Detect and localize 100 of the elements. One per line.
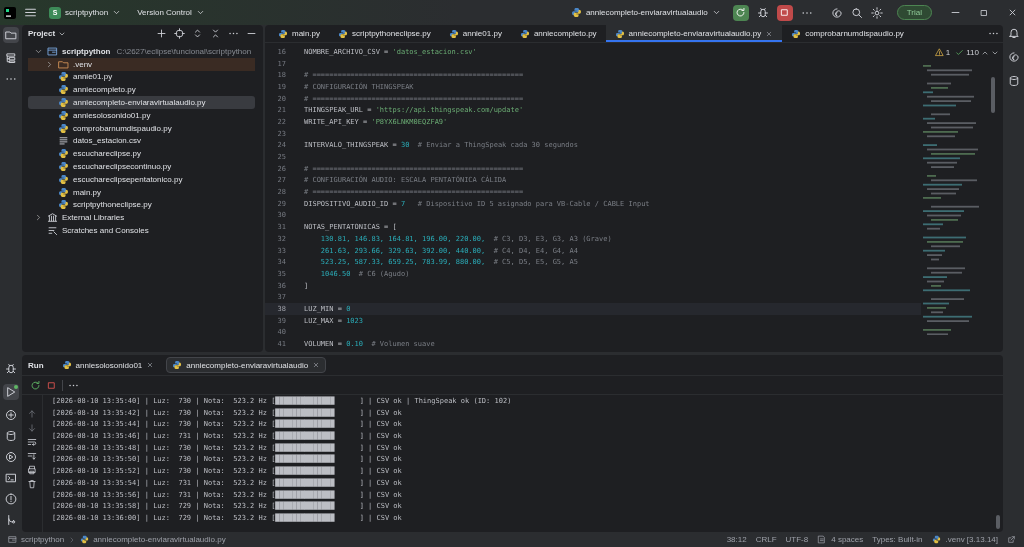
chevron-icon[interactable] bbox=[45, 59, 54, 69]
scrollbar[interactable] bbox=[996, 515, 1000, 529]
debug-icon[interactable] bbox=[756, 6, 769, 19]
editor-tab[interactable]: annie01.py bbox=[439, 25, 511, 42]
database-icon[interactable] bbox=[5, 430, 17, 442]
chevron-icon[interactable] bbox=[34, 213, 43, 223]
services-icon[interactable] bbox=[5, 451, 17, 463]
python-file-icon bbox=[614, 28, 625, 39]
editor-tab[interactable]: comprobarnumdispaudio.py bbox=[782, 25, 913, 42]
tree-item[interactable]: External Libraries bbox=[28, 211, 255, 225]
caret-icon bbox=[112, 8, 122, 17]
structure-icon[interactable] bbox=[5, 52, 17, 64]
tree-item[interactable]: comprobarnumdispaudio.py bbox=[28, 121, 255, 135]
popout-icon[interactable] bbox=[1007, 535, 1016, 544]
menu-icon[interactable] bbox=[24, 6, 37, 19]
tree-item[interactable]: escuchareclipsepentatonico.py bbox=[28, 172, 255, 186]
python-file-icon bbox=[278, 28, 288, 39]
passed-count[interactable]: 110 bbox=[966, 48, 979, 57]
python-file-icon bbox=[58, 161, 69, 173]
scroll-to-end-icon[interactable] bbox=[27, 451, 37, 461]
run-tab[interactable]: anniesolosonido01 bbox=[55, 357, 161, 373]
locate-icon[interactable] bbox=[174, 28, 185, 39]
tree-item[interactable]: annie01.py bbox=[28, 70, 255, 84]
editor-tab[interactable]: anniecompleto-enviaravirtualaudio.py bbox=[605, 25, 783, 42]
database-icon[interactable] bbox=[1007, 75, 1020, 87]
python-file-icon bbox=[58, 122, 69, 134]
python-icon bbox=[931, 535, 941, 544]
app-logo[interactable] bbox=[4, 6, 16, 19]
tree-item[interactable]: scriptpythoneclipse.py bbox=[28, 198, 255, 212]
terminal-icon[interactable] bbox=[5, 472, 17, 484]
python-file-icon bbox=[338, 28, 348, 39]
trial-button[interactable]: Trial bbox=[896, 5, 932, 20]
notifications-icon[interactable] bbox=[1007, 27, 1020, 39]
status-item[interactable]: Types: Built-in bbox=[872, 535, 923, 544]
editor-tab[interactable]: main.py bbox=[269, 25, 329, 42]
tree-item[interactable]: anniecompleto.py bbox=[28, 83, 255, 97]
collapse-all-icon[interactable] bbox=[210, 28, 221, 39]
tree-item[interactable]: Scratches and Consoles bbox=[28, 224, 255, 237]
down-arrow-icon[interactable] bbox=[27, 423, 37, 433]
python-file-icon bbox=[791, 28, 802, 39]
editor-tab[interactable]: anniecompleto.py bbox=[510, 25, 606, 42]
problems-icon[interactable] bbox=[5, 493, 17, 505]
close-icon[interactable] bbox=[312, 361, 321, 369]
python-file-icon bbox=[58, 199, 69, 211]
tree-item[interactable]: escuchareclipse.py bbox=[28, 147, 255, 161]
status-item[interactable]: .venv [3.13.14] bbox=[945, 535, 998, 544]
warning-count[interactable]: 1 bbox=[945, 48, 951, 57]
up-arrow-icon[interactable] bbox=[27, 409, 37, 419]
editor-tab[interactable]: scriptpythoneclipse.py bbox=[329, 25, 440, 42]
status-item[interactable]: CRLF bbox=[755, 535, 777, 544]
status-item[interactable]: 38:12 bbox=[726, 535, 747, 544]
print-icon[interactable] bbox=[27, 465, 37, 475]
spiral-icon[interactable] bbox=[1007, 51, 1020, 63]
close-icon[interactable] bbox=[765, 29, 774, 38]
close-icon[interactable] bbox=[146, 361, 155, 369]
spiral-icon[interactable] bbox=[830, 6, 843, 19]
close-icon[interactable] bbox=[1007, 7, 1018, 18]
search-icon[interactable] bbox=[850, 6, 863, 19]
python-file-icon bbox=[58, 186, 69, 198]
python-icon bbox=[570, 7, 582, 18]
project-tool-button[interactable] bbox=[3, 27, 19, 43]
python-file-icon bbox=[58, 71, 69, 83]
scrollbar[interactable] bbox=[991, 77, 995, 113]
debug-icon[interactable] bbox=[5, 363, 17, 375]
run-tab[interactable]: anniecompleto-enviaravirtualaudio bbox=[166, 357, 327, 373]
python-file-icon bbox=[80, 535, 90, 544]
tree-item[interactable]: datos_estacion.csv bbox=[28, 134, 255, 148]
stop-icon bbox=[779, 7, 791, 18]
maximize-icon[interactable] bbox=[979, 7, 989, 18]
soft-wrap-icon[interactable] bbox=[27, 437, 37, 447]
project-view-selector[interactable]: Project bbox=[28, 29, 67, 38]
tree-item[interactable]: anniecompleto-enviaravirtualaudio.py bbox=[28, 96, 255, 109]
caret-icon bbox=[711, 8, 721, 17]
python-file-icon bbox=[58, 97, 69, 109]
tree-item[interactable]: anniesolosonido01.py bbox=[28, 109, 255, 122]
add-icon[interactable] bbox=[156, 28, 167, 39]
rerun-icon bbox=[735, 7, 747, 18]
module-icon bbox=[47, 45, 58, 57]
indent-icon bbox=[817, 535, 827, 544]
expand-all-icon[interactable] bbox=[192, 28, 203, 39]
run-config-selector[interactable]: anniecompleto-enviaravirtualaudio bbox=[566, 4, 725, 21]
status-item[interactable]: UTF-8 bbox=[785, 535, 809, 544]
warning-icon[interactable] bbox=[934, 48, 944, 57]
tree-item[interactable]: .venv bbox=[28, 57, 255, 71]
stop-icon[interactable] bbox=[46, 379, 57, 391]
stop-button[interactable] bbox=[776, 4, 793, 21]
vcs-menu[interactable]: Version Control bbox=[133, 5, 209, 20]
status-item[interactable]: 4 spaces bbox=[831, 535, 864, 544]
breadcrumb-item[interactable]: anniecompleto-enviaravirtualaudio.py bbox=[93, 535, 226, 544]
rerun-icon[interactable] bbox=[30, 379, 41, 391]
python-file-icon bbox=[58, 148, 69, 160]
trash-icon[interactable] bbox=[27, 479, 37, 489]
settings-icon[interactable] bbox=[870, 6, 883, 19]
tree-item[interactable]: main.py bbox=[28, 185, 255, 199]
breadcrumb-item[interactable]: scriptpython bbox=[21, 535, 65, 544]
rerun-button[interactable] bbox=[732, 4, 749, 21]
tree-item[interactable]: escuchareclipsecontinuo.py bbox=[28, 160, 255, 173]
check-icon[interactable] bbox=[955, 48, 965, 57]
run-tool-button[interactable] bbox=[3, 384, 19, 400]
tree-item[interactable]: scriptpython C:\2627\eclipse\funcional\scriptpython bbox=[28, 45, 255, 58]
